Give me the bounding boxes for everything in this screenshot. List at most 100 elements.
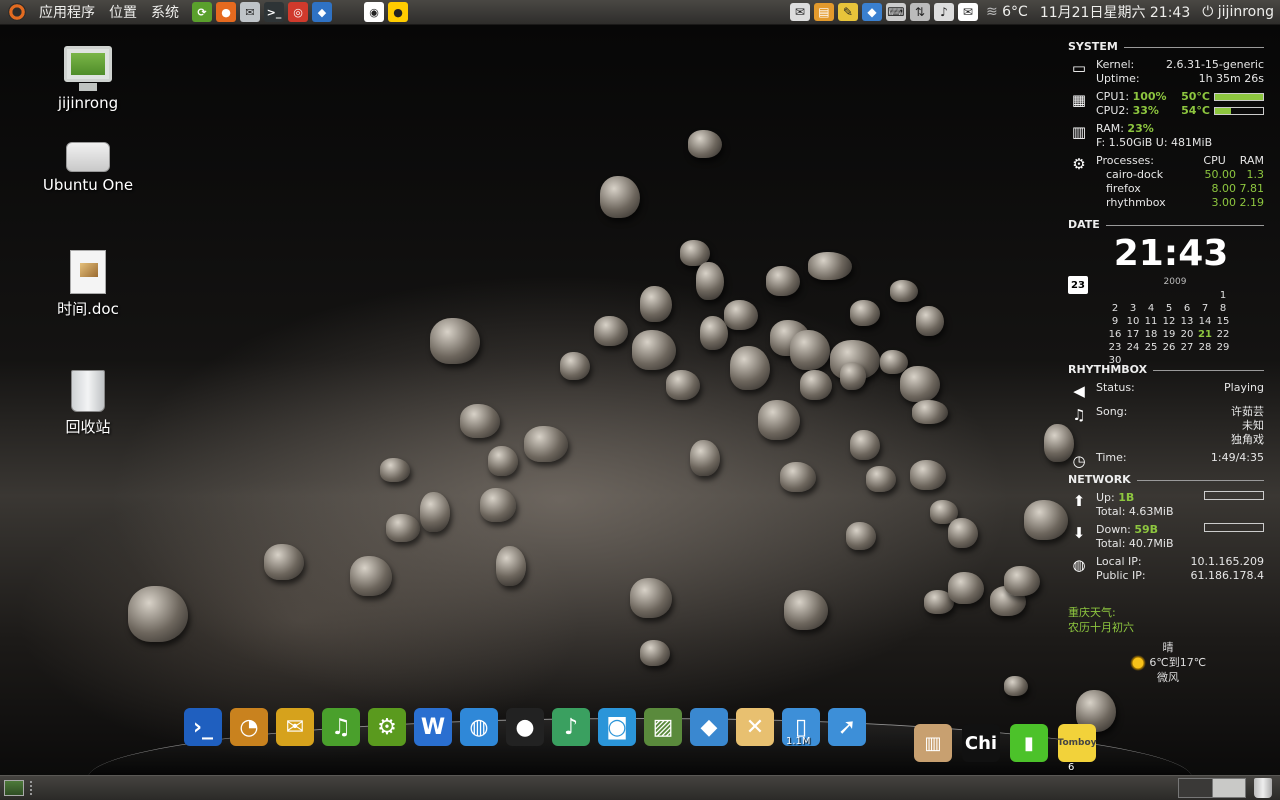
qq-icon[interactable]: ●: [388, 2, 408, 22]
firefox-dock-icon[interactable]: ◔: [228, 700, 270, 746]
process-cpu: 3.00: [1211, 196, 1237, 209]
globe-glyph-icon: ◍: [460, 708, 498, 746]
tomboy-dock-icon[interactable]: Tomboy: [1056, 716, 1098, 762]
down-total-value: 40.7MiB: [1128, 537, 1174, 550]
share-dock-icon[interactable]: ➚: [826, 700, 868, 746]
process-name: cairo-dock: [1106, 168, 1164, 181]
show-desktop-button[interactable]: [4, 780, 24, 796]
calendar-day: [1124, 289, 1142, 302]
image-dock-icon[interactable]: ▨: [642, 700, 684, 746]
trash-icon: [71, 370, 105, 412]
status-value: Playing: [1224, 381, 1264, 394]
music-dock-icon[interactable]: ♫: [320, 700, 362, 746]
terminal-dock-icon[interactable]: ›_: [182, 700, 224, 746]
desktop-icon-home[interactable]: jijinrong: [33, 46, 143, 112]
diamond-dock-icon[interactable]: ◆: [688, 700, 730, 746]
dictionary-dock-icon[interactable]: ▥: [912, 716, 954, 762]
processes-row: ⚙ Processes: CPU RAM cairo-dock 50.00 1.3 f…: [1068, 154, 1264, 210]
menu-applications[interactable]: 应用程序: [32, 2, 102, 22]
desktop-icon-trash[interactable]: 回收站: [33, 370, 143, 437]
panel-grip[interactable]: [30, 781, 36, 795]
workspace-2[interactable]: [1212, 779, 1245, 797]
document-icon: [70, 250, 106, 294]
trash-size-label: 1.1M: [786, 736, 811, 747]
volume-icon[interactable]: ♪: [933, 3, 954, 21]
trash-applet-icon[interactable]: [1254, 778, 1272, 798]
qq-dock-icon[interactable]: ●: [504, 700, 546, 746]
public-ip-label: Public IP:: [1096, 569, 1146, 582]
desktop-icon-ubuntu-one[interactable]: Ubuntu One: [33, 142, 143, 194]
system-tray: ✉ ▤ ✎ ◆ ⌨ ⇅ ♪ ✉: [788, 3, 980, 21]
notification-envelope-icon[interactable]: ✉: [789, 3, 810, 21]
active-app-icon[interactable]: ◉: [364, 2, 384, 22]
cpu2-value: 33%: [1132, 104, 1159, 117]
system-monitor-icon[interactable]: ⟳: [192, 2, 212, 22]
menu-places[interactable]: 位置: [102, 2, 144, 22]
calendar: 23 2009 1 2 3 4 5 6 7 8 9 10 11 12 13 14 15 16 17 18 19 20 2…: [1068, 276, 1264, 367]
toolbox-icon[interactable]: ▤: [813, 3, 834, 21]
battery-dock-icon[interactable]: ▮: [1008, 716, 1050, 762]
ubuntu-dock-icon[interactable]: ⚙: [366, 700, 408, 746]
desktop-icon-document[interactable]: 时间.doc: [33, 250, 143, 319]
rock: [948, 572, 984, 604]
ram-detail: F: 1.50GiB U: 481MiB: [1096, 136, 1213, 149]
rock: [900, 366, 940, 402]
process-cpu: 50.00: [1204, 168, 1237, 181]
calendar-day: 17: [1126, 329, 1140, 340]
menu-system[interactable]: 系统: [144, 2, 186, 22]
calendar-day: 23: [1108, 342, 1122, 353]
mail-dock-icon[interactable]: ✉: [274, 700, 316, 746]
keyboard-icon[interactable]: ⌨: [885, 3, 906, 21]
network-icon[interactable]: ◆: [312, 2, 332, 22]
rock: [594, 316, 628, 346]
calendar-day: 7: [1201, 303, 1209, 314]
rock: [696, 262, 724, 300]
mail-icon[interactable]: ✉: [240, 2, 260, 22]
camera-dock-icon[interactable]: ◙: [596, 700, 638, 746]
rock: [480, 488, 516, 522]
workspace-switcher[interactable]: [1178, 778, 1246, 798]
calendar-day: 8: [1219, 303, 1227, 314]
help-lifebuoy-icon[interactable]: ◎: [288, 2, 308, 22]
drive-icon: [66, 142, 110, 172]
status-label: Status:: [1096, 381, 1135, 394]
rock: [632, 330, 676, 370]
weather-applet[interactable]: ≋ 6°C: [980, 4, 1034, 20]
qq-glyph-icon: ●: [506, 708, 544, 746]
map-dock-icon[interactable]: ✕: [734, 700, 776, 746]
clock-applet[interactable]: 11月21日星期六 21:43: [1034, 2, 1196, 22]
weather-range: 6℃到17℃: [1149, 656, 1207, 669]
top-panel: 应用程序 位置 系统 ⟳ ● ✉ >_ ◎ ◆ ◉ ● ✉ ▤ ✎ ◆ ⌨ ⇅ ♪ ✉ ≋ 6°C 11月…: [0, 0, 1280, 25]
mail-glyph-icon: ✉: [276, 708, 314, 746]
weather-widget: 重庆天气: 农历十月初六: [1068, 605, 1264, 635]
up-total-value: 4.63MiB: [1128, 505, 1174, 518]
player-dock-icon[interactable]: ♪: [550, 700, 592, 746]
song-label: Song:: [1096, 405, 1128, 418]
cpu2-label: CPU2:: [1096, 104, 1130, 117]
ubuntu-logo-icon[interactable]: [8, 3, 26, 21]
ram-row: ▥ RAM: 23% F: 1.50GiB U: 481MiB: [1068, 122, 1264, 150]
workspace-1[interactable]: [1179, 779, 1213, 797]
rock: [524, 426, 568, 462]
text-dock-icon[interactable]: W: [412, 700, 454, 746]
user-menu[interactable]: ⏻ jijinrong: [1196, 4, 1280, 20]
terminal-icon[interactable]: >_: [264, 2, 284, 22]
network-manager-icon[interactable]: ◆: [861, 3, 882, 21]
mail-indicator-icon[interactable]: ✉: [957, 3, 978, 21]
calendar-day: 27: [1180, 342, 1194, 353]
wired-network-icon[interactable]: ⇅: [909, 3, 930, 21]
memory-icon: ▥: [1071, 123, 1087, 141]
song-track: 独角戏: [1231, 433, 1264, 446]
network-section-title: NETWORK: [1068, 473, 1264, 487]
globe-dock-icon[interactable]: ◍: [458, 700, 500, 746]
ram-value: 23%: [1127, 122, 1154, 135]
calendar-day: [1160, 289, 1178, 302]
upload-arrow-icon: ⬆: [1072, 492, 1086, 510]
notepad-icon[interactable]: ✎: [837, 3, 858, 21]
rock: [640, 286, 672, 322]
weather-condition: 晴: [1162, 641, 1174, 654]
firefox-icon[interactable]: ●: [216, 2, 236, 22]
process-name: firefox: [1106, 182, 1141, 195]
desktop-icon-label: 回收站: [65, 418, 111, 436]
chi-dock-icon[interactable]: Chi: [960, 716, 1002, 762]
